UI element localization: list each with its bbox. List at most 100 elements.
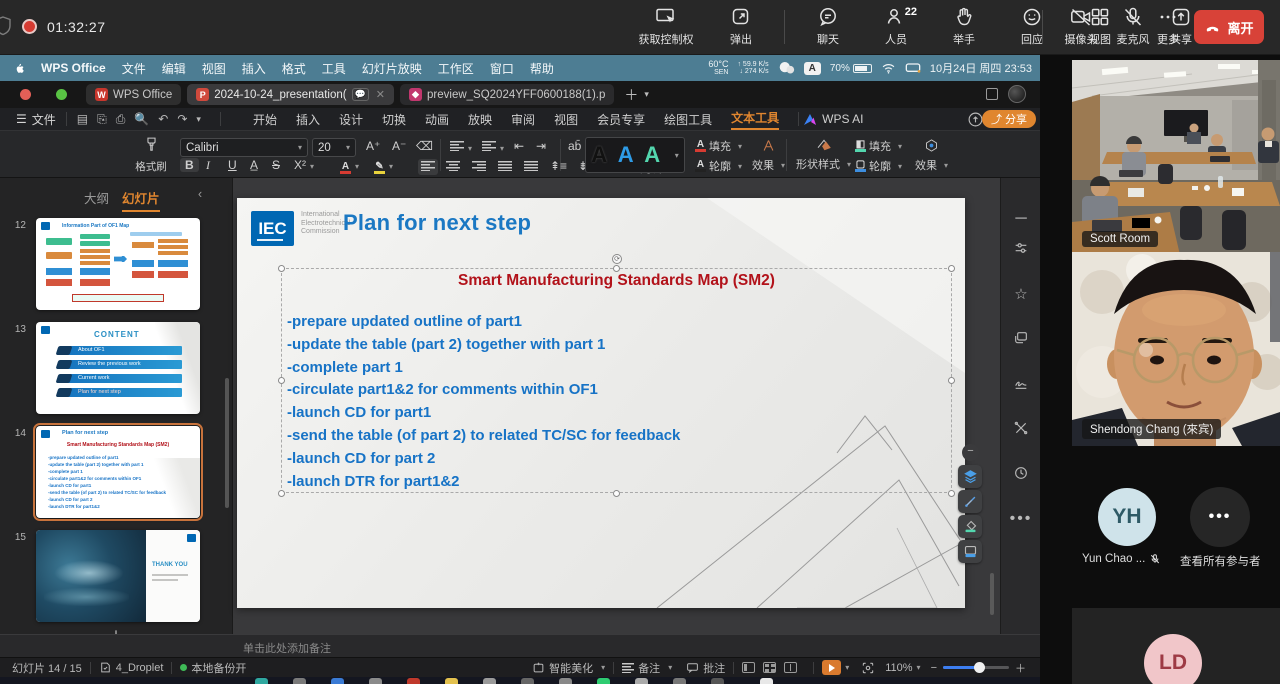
ribbon-tab-wps-ai[interactable]: WPS AI xyxy=(822,112,863,126)
zoom-level[interactable]: 110% xyxy=(885,662,912,674)
doc-name-item[interactable]: 4_Droplet xyxy=(99,661,164,674)
window-layout-icon[interactable] xyxy=(986,88,998,100)
rail-signature-icon[interactable] xyxy=(1001,375,1041,396)
slide-thumbnail-13[interactable]: CONTENT About OF1 Review the previous wo… xyxy=(36,322,200,414)
ribbon-tab-insert[interactable]: 插入 xyxy=(296,111,320,128)
ribbon-tab-review[interactable]: 审阅 xyxy=(511,111,535,128)
print-preview-icon[interactable]: 🔍 xyxy=(134,112,149,126)
underline-button[interactable]: U xyxy=(228,158,237,172)
align-left-button[interactable] xyxy=(418,159,438,175)
menu-tools[interactable]: 工具 xyxy=(322,60,346,77)
zoom-slider[interactable] xyxy=(943,666,1009,669)
slide-title[interactable]: Plan for next step xyxy=(343,210,531,236)
text-style-gallery[interactable]: A A A ▾ xyxy=(585,137,685,173)
format-painter-button[interactable]: 格式刷 xyxy=(132,136,170,174)
file-menu-button[interactable]: ☰ 文件 xyxy=(16,111,56,128)
resize-handle[interactable] xyxy=(278,377,285,384)
traffic-close-button[interactable] xyxy=(20,89,31,100)
menu-format[interactable]: 格式 xyxy=(282,60,306,77)
export-icon[interactable]: ⎘ xyxy=(97,112,107,127)
rail-history-icon[interactable] xyxy=(1001,465,1041,486)
tab-outline[interactable]: 大纲 xyxy=(84,188,109,207)
rotate-handle[interactable]: ⟳ xyxy=(612,254,622,264)
quick-access-chevron-icon[interactable]: ▾ xyxy=(196,114,201,125)
text-fill-button[interactable]: A填充▾ xyxy=(695,138,742,154)
strikethrough-button[interactable]: S xyxy=(272,158,280,172)
menu-edit[interactable]: 编辑 xyxy=(162,60,186,77)
rail-tools-icon[interactable] xyxy=(1001,420,1041,441)
tab-comment-icon[interactable]: 💬 xyxy=(352,88,369,101)
print-icon[interactable]: ⎙ xyxy=(116,112,126,127)
resize-handle[interactable] xyxy=(948,490,955,497)
zoom-chevron-icon[interactable]: ▾ xyxy=(917,663,921,672)
video-tile-scott-room[interactable]: Scott Room xyxy=(1072,60,1280,255)
decrease-indent-icon[interactable]: ⇤ xyxy=(514,139,524,153)
ribbon-tab-design[interactable]: 设计 xyxy=(339,111,363,128)
menu-help[interactable]: 帮助 xyxy=(530,60,554,77)
font-size-select[interactable]: 20▾ xyxy=(312,138,356,157)
video-tile-ld[interactable]: LD xyxy=(1072,608,1280,684)
new-tab-button[interactable]: ＋ xyxy=(624,85,638,105)
display-icon[interactable] xyxy=(905,62,921,74)
zoom-out-button[interactable]: − xyxy=(931,662,937,674)
ribbon-tab-slideshow[interactable]: 放映 xyxy=(468,111,492,128)
play-options-chevron-icon[interactable]: ▾ xyxy=(845,663,849,672)
increase-indent-icon[interactable]: ⇥ xyxy=(536,139,546,153)
clear-format-icon[interactable]: ⌫ xyxy=(416,139,433,153)
ribbon-tab-animation[interactable]: 动画 xyxy=(425,111,449,128)
fill-button[interactable] xyxy=(958,515,982,538)
bullet-list-icon[interactable]: ▾ xyxy=(450,140,472,154)
tab-list-chevron-icon[interactable]: ▾ xyxy=(644,89,649,100)
wechat-icon[interactable] xyxy=(778,61,795,75)
font-color-button[interactable]: A▾ xyxy=(340,158,359,174)
menubar-datetime[interactable]: 10月24日 周四 23:53 xyxy=(930,60,1032,76)
menu-view[interactable]: 视图 xyxy=(202,60,226,77)
tab-close-icon[interactable]: ✕ xyxy=(376,88,385,101)
get-control-button[interactable]: 获取控制权 xyxy=(630,5,702,47)
mac-dock-strip[interactable] xyxy=(0,677,1040,684)
resize-handle[interactable] xyxy=(948,377,955,384)
bold-button[interactable]: B xyxy=(180,158,199,172)
menu-insert[interactable]: 插入 xyxy=(242,60,266,77)
canvas-scrollbar[interactable] xyxy=(990,573,994,615)
redo-icon[interactable]: ↷ xyxy=(177,112,187,126)
camera-toggle-button[interactable]: 摄像头 xyxy=(1052,5,1110,47)
font-family-select[interactable]: Calibri▾ xyxy=(180,138,308,157)
participants-button[interactable]: 22 人员 xyxy=(867,5,925,47)
popout-button[interactable]: 弹出 xyxy=(712,5,770,47)
chat-button[interactable]: 聊天 xyxy=(799,5,857,47)
collapse-panel-icon[interactable]: ‹ xyxy=(198,187,202,201)
shape-effect-button[interactable]: 效果▾ xyxy=(915,157,948,173)
frame-button[interactable] xyxy=(958,540,982,563)
slideshow-play-button[interactable] xyxy=(822,660,841,675)
thumbnail-scrollbar[interactable] xyxy=(225,378,229,508)
menu-workspace[interactable]: 工作区 xyxy=(438,60,474,77)
share-button[interactable]: ⤴ 分享 xyxy=(982,110,1036,128)
slide-subtitle[interactable]: Smart Manufacturing Standards Map (SM2) xyxy=(281,272,952,290)
justify-button[interactable] xyxy=(498,160,512,174)
ribbon-tab-text-tools[interactable]: 文本工具 xyxy=(731,109,779,130)
tab-slides[interactable]: 幻灯片 xyxy=(122,188,160,212)
highlight-color-button[interactable]: ✎▾ xyxy=(374,158,393,174)
save-icon[interactable]: ▤ xyxy=(77,112,88,126)
user-avatar[interactable] xyxy=(1008,85,1026,103)
text-effect-button[interactable]: 效果▾ xyxy=(752,157,785,173)
minibar-collapse-button[interactable]: − xyxy=(962,444,979,461)
ribbon-tab-member[interactable]: 会员专享 xyxy=(597,111,645,128)
menu-file[interactable]: 文件 xyxy=(122,60,146,77)
layers-button[interactable] xyxy=(958,465,982,488)
ribbon-tab-view[interactable]: 视图 xyxy=(554,111,578,128)
rail-more-icon[interactable]: ••• xyxy=(1001,510,1041,528)
sorter-view-button[interactable] xyxy=(763,662,776,673)
decrease-font-icon[interactable]: A⁻ xyxy=(392,139,406,153)
tab-presentation-doc[interactable]: P 2024-10-24_presentation( 💬 ✕ xyxy=(187,84,394,105)
traffic-zoom-button[interactable] xyxy=(56,89,67,100)
tab-wps-home[interactable]: W WPS Office xyxy=(86,84,181,105)
normal-view-button[interactable] xyxy=(742,662,755,673)
slide-thumbnail-15[interactable]: THANK YOU xyxy=(36,530,200,622)
slide-thumbnail-12[interactable]: Information Part of OF1 Map xyxy=(36,218,200,310)
tab-preview-doc[interactable]: ◆ preview_SQ2024YFF0600188(1).p xyxy=(400,84,614,105)
resize-handle[interactable] xyxy=(613,265,620,272)
align-center-button[interactable] xyxy=(446,160,460,174)
comments-button[interactable]: 批注 xyxy=(686,660,725,676)
